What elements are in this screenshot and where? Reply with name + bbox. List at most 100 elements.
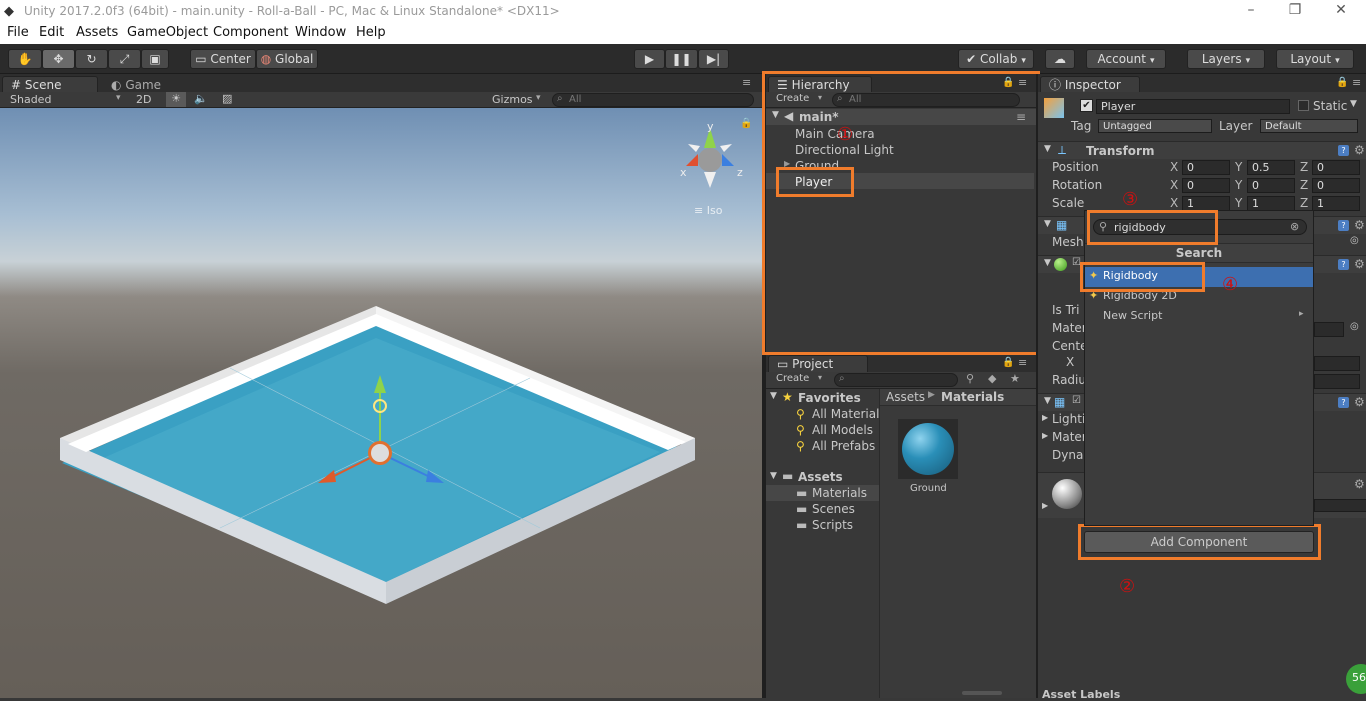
asset-thumbnail-ground[interactable]	[898, 419, 958, 479]
expand-icon[interactable]: ▶	[1042, 431, 1048, 440]
object-picker-icon[interactable]: ◎	[1350, 235, 1359, 246]
account-dropdown[interactable]: Account ▾	[1086, 49, 1166, 69]
object-picker-icon[interactable]: ◎	[1350, 321, 1359, 332]
scale-tool-button[interactable]: ⤢	[108, 49, 141, 69]
project-lock-icon[interactable]: 🔒	[1002, 357, 1014, 368]
rotate-tool-button[interactable]: ↻	[75, 49, 108, 69]
position-x-field[interactable]: 0	[1182, 160, 1230, 175]
static-dropdown-arrow-icon[interactable]: ▼	[1350, 99, 1357, 109]
collapse-icon[interactable]: ▼	[1044, 258, 1051, 268]
popup-item-new-script[interactable]: New Script ▸	[1085, 307, 1313, 327]
layout-dropdown[interactable]: Layout ▾	[1276, 49, 1354, 69]
gear-icon[interactable]: ⚙	[1354, 395, 1365, 409]
help-icon[interactable]: ?	[1338, 220, 1349, 231]
favorite-all-materials[interactable]: All Materials	[812, 407, 886, 421]
tag-dropdown[interactable]: Untagged	[1098, 119, 1212, 133]
help-icon[interactable]: ?	[1338, 145, 1349, 156]
transform-header[interactable]: ▼ ⟂ Transform ? ⚙	[1038, 141, 1366, 159]
position-z-field[interactable]: 0	[1312, 160, 1360, 175]
audio-toggle[interactable]: 🔈	[194, 92, 208, 105]
position-y-field[interactable]: 0.5	[1247, 160, 1295, 175]
collab-button[interactable]: ✔ Collab ▾	[958, 49, 1034, 69]
favorite-star-icon[interactable]: ★	[1010, 372, 1020, 385]
menu-assets[interactable]: Assets	[76, 25, 118, 40]
static-checkbox[interactable]	[1298, 100, 1309, 111]
gear-icon[interactable]: ⚙	[1354, 257, 1365, 271]
folder-scripts[interactable]: Scripts	[812, 518, 853, 532]
menu-window[interactable]: Window	[295, 25, 346, 40]
gear-icon[interactable]: ⚙	[1354, 477, 1365, 491]
tab-project[interactable]: ▭ Project	[768, 355, 868, 373]
cloud-button[interactable]: ☁	[1045, 49, 1075, 69]
project-create-dropdown[interactable]: Create	[776, 373, 809, 384]
scale-z-field[interactable]: 1	[1312, 196, 1360, 211]
collapse-icon[interactable]: ▼	[1044, 396, 1051, 406]
effects-toggle[interactable]: ▨	[222, 92, 232, 105]
favorite-all-prefabs[interactable]: All Prefabs	[812, 439, 875, 453]
play-button[interactable]: ▶	[634, 49, 665, 69]
rotation-z-field[interactable]: 0	[1312, 178, 1360, 193]
filter-label-icon[interactable]: ◆	[988, 372, 996, 385]
scale-x-field[interactable]: 1	[1182, 196, 1230, 211]
scene-viewport[interactable]: y x z ≡ Iso 🔒	[0, 108, 762, 698]
assets-label[interactable]: Assets	[798, 470, 843, 484]
object-name-field[interactable]: Player	[1096, 99, 1290, 114]
layers-dropdown[interactable]: Layers ▾	[1187, 49, 1265, 69]
material-field[interactable]	[1314, 322, 1344, 337]
2d-toggle[interactable]: 2D	[136, 93, 151, 106]
scene-lighting-toggle[interactable]: ☀	[166, 92, 186, 107]
active-checkbox[interactable]: ✔	[1080, 99, 1093, 112]
transform-collapse-icon[interactable]: ▼	[1044, 144, 1051, 154]
menu-file[interactable]: File	[7, 25, 29, 40]
pivot-global-button[interactable]: ◍ Global	[256, 49, 318, 69]
favorites-expand-icon[interactable]: ▼	[770, 391, 777, 401]
inspector-menu-icon[interactable]: ≡	[1352, 76, 1361, 89]
scale-y-field[interactable]: 1	[1247, 196, 1295, 211]
step-button[interactable]: ▶|	[698, 49, 729, 69]
help-icon[interactable]: ?	[1338, 397, 1349, 408]
lock-icon[interactable]: 🔒	[740, 118, 752, 129]
favorite-all-models[interactable]: All Models	[812, 423, 873, 437]
filter-type-icon[interactable]: ⚲	[966, 372, 974, 385]
menu-edit[interactable]: Edit	[39, 25, 64, 40]
project-search-input[interactable]	[834, 373, 958, 387]
pivot-center-button[interactable]: ▭ Center	[190, 49, 256, 69]
breadcrumb-assets[interactable]: Assets	[886, 390, 925, 404]
projection-iso-label[interactable]: ≡ Iso	[694, 204, 722, 217]
asset-label-ground[interactable]: Ground	[910, 483, 947, 494]
shading-mode-dropdown[interactable]: Shaded	[10, 93, 51, 106]
gear-icon[interactable]: ⚙	[1354, 143, 1365, 157]
hand-tool-button[interactable]: ✋	[8, 49, 42, 69]
pause-button[interactable]: ❚❚	[665, 49, 698, 69]
rect-tool-button[interactable]: ▣	[141, 49, 169, 69]
enable-checkbox[interactable]: ☑	[1072, 395, 1081, 406]
gizmos-dropdown[interactable]: Gizmos	[492, 93, 533, 106]
expand-icon[interactable]: ▶	[1042, 413, 1048, 422]
folder-materials[interactable]: Materials	[812, 486, 867, 500]
scene-search-input[interactable]: All	[552, 93, 754, 107]
menu-gameobject[interactable]: GameObject	[127, 25, 208, 40]
expand-icon[interactable]: ▶	[1042, 501, 1048, 510]
project-menu-icon[interactable]: ≡	[1018, 356, 1027, 369]
close-button[interactable]: ✕	[1326, 2, 1356, 22]
folder-scenes[interactable]: Scenes	[812, 502, 855, 516]
clear-search-icon[interactable]: ⊗	[1290, 220, 1299, 233]
menu-component[interactable]: Component	[213, 25, 288, 40]
gear-icon[interactable]: ⚙	[1354, 218, 1365, 232]
shader-dropdown[interactable]	[1314, 499, 1366, 512]
zoom-slider[interactable]	[962, 691, 1002, 695]
layer-dropdown[interactable]: Default	[1260, 119, 1358, 133]
panel-menu-icon[interactable]: ≡	[742, 76, 751, 89]
breadcrumb-materials[interactable]: Materials	[941, 390, 1004, 404]
move-tool-button[interactable]: ✥	[42, 49, 75, 69]
rotation-y-field[interactable]: 0	[1247, 178, 1295, 193]
help-icon[interactable]: ?	[1338, 259, 1349, 270]
rotation-x-field[interactable]: 0	[1182, 178, 1230, 193]
radius-field[interactable]	[1314, 374, 1360, 389]
menu-help[interactable]: Help	[356, 25, 386, 40]
assets-expand-icon[interactable]: ▼	[770, 471, 777, 481]
center-z-field[interactable]	[1314, 356, 1360, 371]
collapse-icon[interactable]: ▼	[1044, 219, 1051, 229]
minimize-button[interactable]: –	[1236, 2, 1266, 22]
inspector-lock-icon[interactable]: 🔒	[1336, 77, 1348, 88]
